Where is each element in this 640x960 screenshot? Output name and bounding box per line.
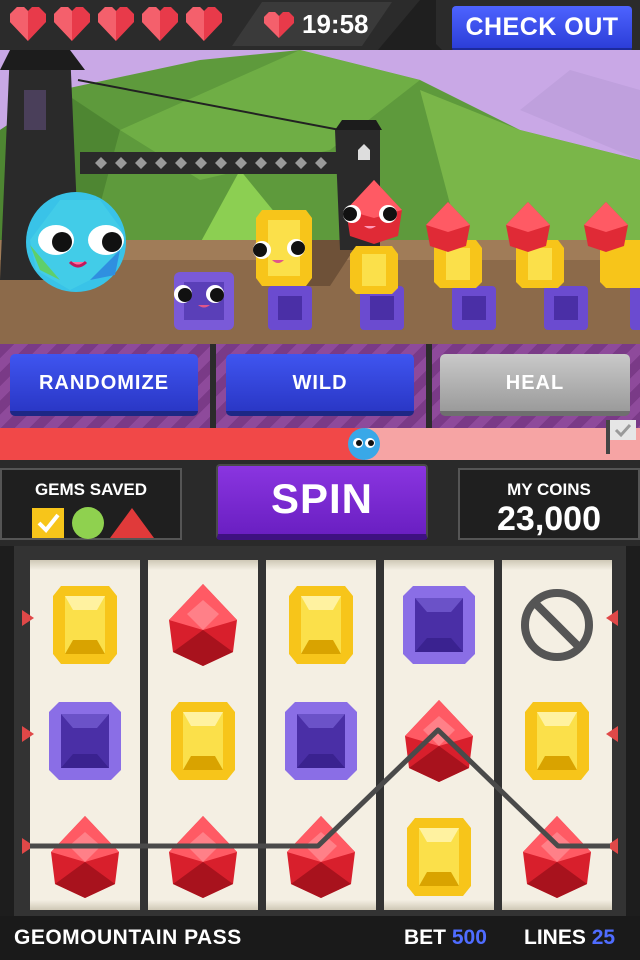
scene-background bbox=[0, 50, 640, 344]
lines-value: 25 bbox=[591, 926, 616, 949]
level-progress-bar bbox=[0, 428, 640, 460]
heart-icon bbox=[140, 6, 180, 42]
heart-icon bbox=[96, 6, 136, 42]
level-progress-fill bbox=[0, 428, 365, 460]
heal-button[interactable]: HEAL bbox=[440, 354, 630, 416]
top-hud: 19:58 CHECK OUT bbox=[0, 0, 640, 122]
wild-button[interactable]: WILD bbox=[226, 354, 414, 416]
lines-label: LINES bbox=[524, 926, 586, 949]
player-marker-icon bbox=[346, 427, 382, 461]
footer-bar: GEOMOUNTAIN PASS BET 500 LINES 25 bbox=[0, 916, 640, 960]
divider bbox=[426, 344, 432, 428]
game-scene bbox=[0, 50, 640, 344]
coins-value: 23,000 bbox=[497, 500, 601, 538]
coins-title: MY COINS bbox=[507, 480, 591, 499]
heart-icon bbox=[262, 11, 296, 39]
randomize-button[interactable]: RANDOMIZE bbox=[10, 354, 198, 416]
green-circle-icon bbox=[72, 507, 104, 539]
gems-saved-icons bbox=[32, 507, 154, 539]
winning-payline bbox=[30, 727, 610, 849]
timer-text: 19:58 bbox=[302, 9, 369, 39]
coins-panel: MY COINS 23,000 bbox=[458, 468, 640, 540]
level-name: GEOMOUNTAIN PASS bbox=[14, 926, 242, 949]
yellow-check-square-icon bbox=[32, 508, 64, 538]
powers-bar: RANDOMIZE WILD HEAL bbox=[0, 344, 640, 428]
bet-display: BET 500 bbox=[404, 926, 487, 950]
gems-saved-panel: GEMS SAVED bbox=[0, 468, 182, 540]
heart-icon bbox=[184, 6, 224, 42]
checkout-button[interactable]: CHECK OUT bbox=[452, 6, 632, 52]
gems-saved-title: GEMS SAVED bbox=[34, 480, 148, 499]
divider bbox=[210, 344, 216, 428]
lines-display: LINES 25 bbox=[524, 926, 615, 950]
heart-icon bbox=[52, 6, 92, 42]
bet-value: 500 bbox=[451, 926, 487, 949]
bet-label: BET bbox=[404, 926, 446, 949]
heart-icon bbox=[8, 6, 48, 42]
red-triangle-icon bbox=[110, 508, 154, 538]
spin-button[interactable]: SPIN bbox=[216, 464, 428, 540]
goal-flag-icon bbox=[604, 418, 638, 454]
